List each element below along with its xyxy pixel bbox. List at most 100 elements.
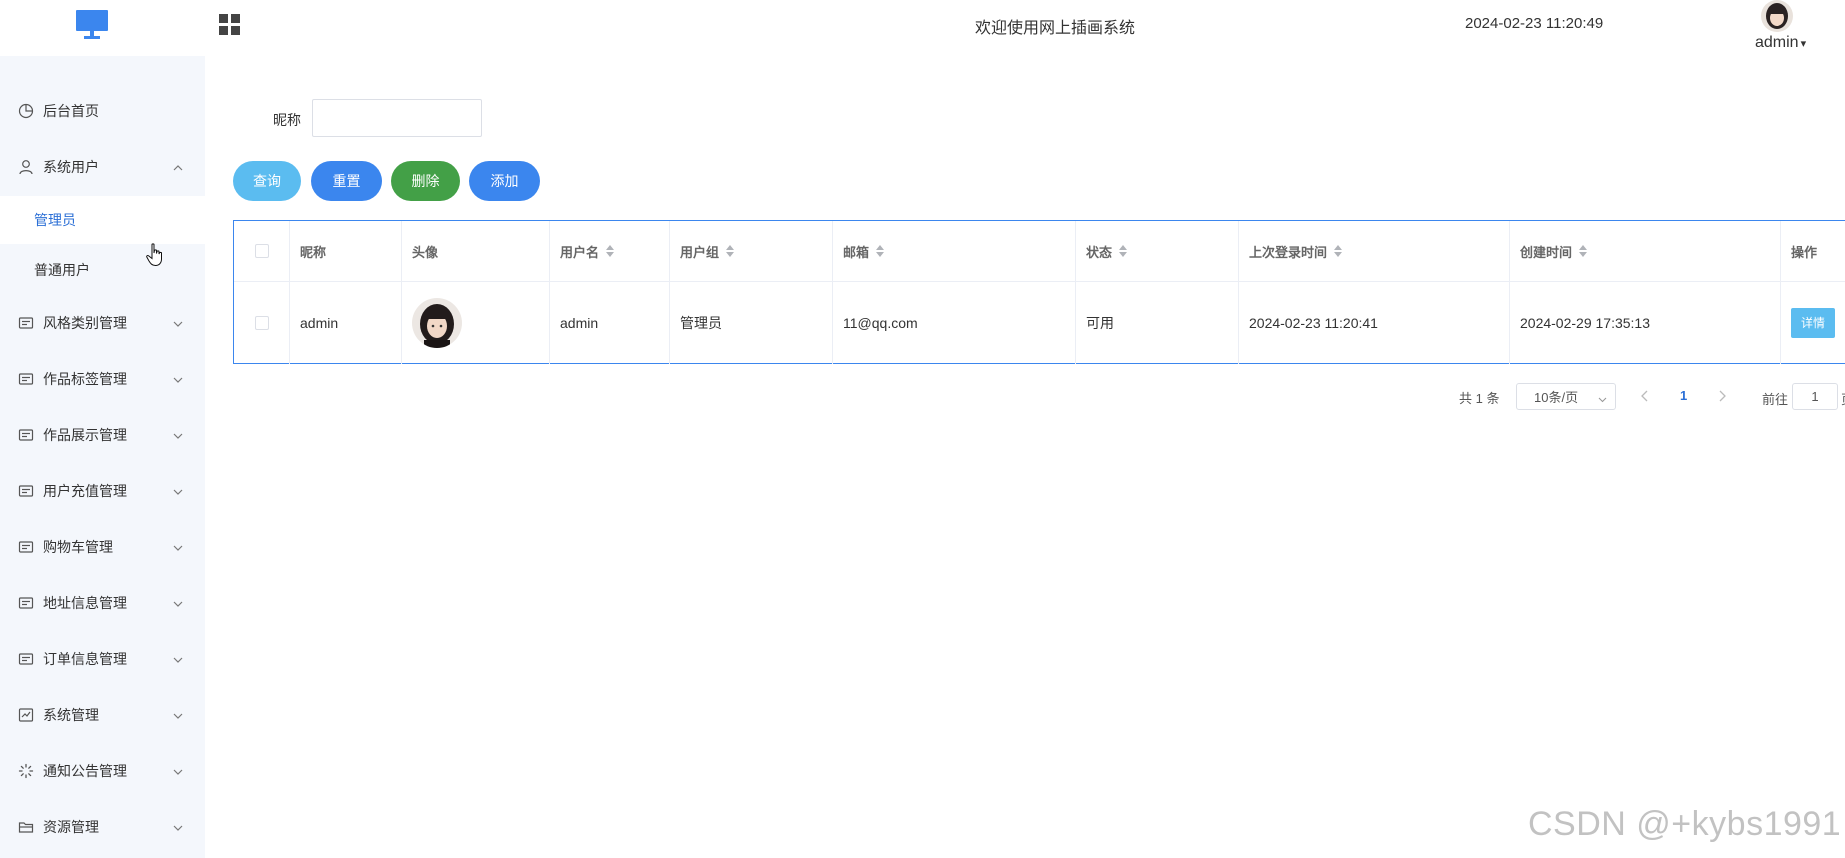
delete-button[interactable]: 删除 (391, 161, 460, 201)
avatar[interactable] (1761, 0, 1793, 32)
chevron-down-icon (172, 485, 184, 497)
cell-group: 管理员 (680, 314, 722, 331)
detail-button[interactable]: 详情 (1791, 307, 1835, 338)
chevron-right-icon[interactable] (1717, 389, 1727, 403)
chevron-down-icon: ▾ (1800, 38, 1807, 50)
cell-username: admin (560, 314, 599, 331)
sidebar-item-home[interactable]: 后台首页 (0, 91, 205, 131)
sidebar-item-label: 用户充值管理 (43, 483, 127, 499)
add-button[interactable]: 添加 (469, 161, 540, 201)
reset-button[interactable]: 重置 (311, 161, 382, 201)
sidebar-item-system-users[interactable]: 系统用户 (0, 147, 205, 187)
sidebar-item-label: 资源管理 (43, 819, 99, 835)
sidebar-item-notice[interactable]: 通知公告管理 (0, 751, 205, 791)
sidebar-item-label: 地址信息管理 (43, 595, 127, 611)
sidebar-item-label: 风格类别管理 (43, 315, 127, 331)
chevron-down-icon (172, 429, 184, 441)
column-header-label: 用户组 (680, 244, 720, 260)
users-table: 昵称 头像 用户名 用户组 邮箱 状态 上次登录时间 创建时间 操作 admin (233, 220, 1845, 364)
list-icon (18, 371, 34, 387)
cell-created: 2024-02-29 17:35:13 (1520, 314, 1650, 331)
goto-suffix: 页 (1841, 389, 1845, 408)
folder-icon (18, 819, 34, 835)
column-header-nickname: 昵称 (290, 221, 401, 281)
column-header-created[interactable]: 创建时间 (1510, 221, 1780, 281)
column-header-label: 上次登录时间 (1249, 244, 1328, 260)
column-header-status[interactable]: 状态 (1076, 221, 1238, 281)
sidebar-item-work-tags[interactable]: 作品标签管理 (0, 359, 205, 399)
search-label: 昵称 (273, 112, 301, 128)
column-header-label: 昵称 (300, 244, 327, 260)
monitor-icon[interactable] (76, 10, 108, 40)
sidebar-item-orders[interactable]: 订单信息管理 (0, 639, 205, 679)
row-select-cell (234, 281, 289, 364)
sidebar-subitem-label: 管理员 (34, 212, 76, 228)
sidebar-subitem-normal-users[interactable]: 普通用户 (0, 246, 205, 294)
chevron-left-icon[interactable] (1640, 389, 1650, 403)
column-header-label: 用户名 (560, 244, 600, 260)
user-icon (18, 159, 34, 175)
cell-nickname: admin (300, 314, 339, 331)
chevron-down-icon (172, 653, 184, 665)
grid-icon[interactable] (219, 14, 241, 36)
cell-last-login: 2024-02-23 11:20:41 (1249, 314, 1378, 331)
sidebar-item-style-category[interactable]: 风格类别管理 (0, 303, 205, 343)
column-header-email[interactable]: 邮箱 (833, 221, 1075, 281)
sort-icon[interactable] (1578, 244, 1588, 258)
list-icon (18, 483, 34, 499)
list-icon (18, 539, 34, 555)
sort-icon[interactable] (605, 244, 615, 258)
sidebar-subitem-label: 普通用户 (34, 262, 90, 278)
column-header-last-login[interactable]: 上次登录时间 (1239, 221, 1509, 281)
sidebar-item-label: 作品展示管理 (43, 427, 127, 443)
top-header: 欢迎使用网上插画系统 2024-02-23 11:20:49 admin ▾ (0, 0, 1845, 56)
username-label: admin (1755, 34, 1799, 51)
chevron-up-icon (172, 161, 184, 173)
column-header-label: 头像 (412, 244, 439, 260)
chevron-down-icon (172, 317, 184, 329)
column-header-label: 状态 (1086, 244, 1113, 260)
sidebar-subitem-admin[interactable]: 管理员 (0, 196, 205, 244)
chevron-down-icon (1598, 392, 1607, 403)
sidebar-item-label: 后台首页 (43, 103, 99, 119)
sidebar-item-cart[interactable]: 购物车管理 (0, 527, 205, 567)
chevron-down-icon (172, 373, 184, 385)
current-datetime: 2024-02-23 11:20:49 (1465, 15, 1604, 32)
sidebar-item-label: 系统管理 (43, 707, 99, 723)
row-checkbox[interactable] (254, 315, 269, 330)
column-header-username[interactable]: 用户名 (550, 221, 669, 281)
sort-icon[interactable] (875, 244, 885, 258)
system-title: 欢迎使用网上插画系统 (974, 20, 1135, 37)
goto-page-input[interactable]: 1 (1792, 383, 1838, 410)
chevron-down-icon (172, 765, 184, 777)
sidebar-item-label: 系统用户 (43, 159, 99, 175)
sort-icon[interactable] (725, 244, 735, 258)
nickname-search-input[interactable] (312, 99, 482, 137)
sort-icon[interactable] (1118, 244, 1128, 258)
page-number-current[interactable]: 1 (1680, 388, 1687, 403)
column-header-label: 操作 (1791, 244, 1818, 260)
column-header-label: 创建时间 (1520, 244, 1573, 260)
sidebar-item-system[interactable]: 系统管理 (0, 695, 205, 735)
sidebar-item-work-display[interactable]: 作品展示管理 (0, 415, 205, 455)
page-size-select[interactable]: 10条/页 (1516, 383, 1616, 410)
hand-cursor-icon (146, 243, 164, 267)
sort-icon[interactable] (1333, 244, 1343, 258)
chevron-down-icon (172, 709, 184, 721)
sidebar-item-recharge[interactable]: 用户充值管理 (0, 471, 205, 511)
query-button[interactable]: 查询 (233, 161, 301, 201)
avatar[interactable] (412, 297, 462, 348)
column-header-group[interactable]: 用户组 (670, 221, 832, 281)
cell-email: 11@qq.com (843, 314, 918, 331)
select-all-cell (234, 221, 289, 281)
sidebar-item-resources[interactable]: 资源管理 (0, 807, 205, 847)
user-menu[interactable]: admin ▾ (1755, 34, 1806, 52)
column-header-label: 邮箱 (843, 244, 870, 260)
chevron-down-icon (172, 597, 184, 609)
select-all-checkbox[interactable] (254, 244, 269, 258)
sidebar-item-address[interactable]: 地址信息管理 (0, 583, 205, 623)
chevron-down-icon (172, 541, 184, 553)
list-icon (18, 315, 34, 331)
sidebar-item-label: 购物车管理 (43, 539, 113, 555)
list-icon (18, 651, 34, 667)
